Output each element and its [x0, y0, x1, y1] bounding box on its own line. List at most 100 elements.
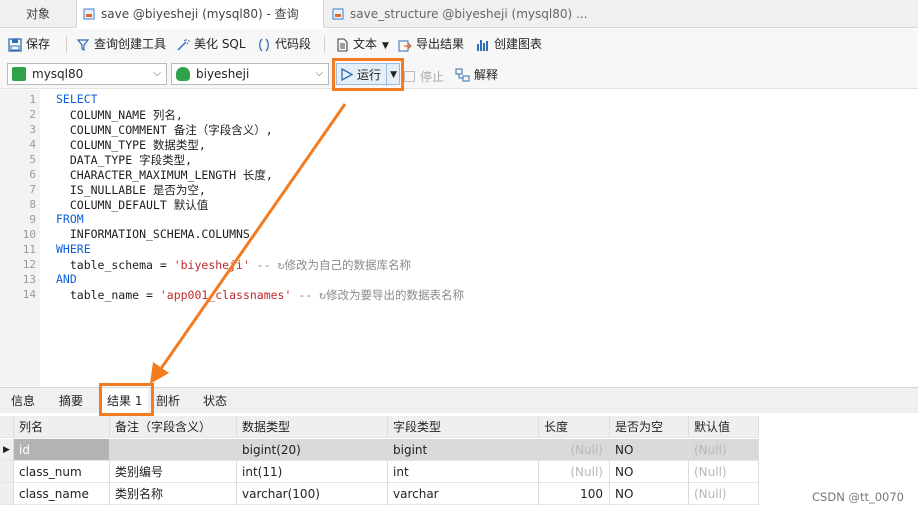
table-cell[interactable]: 类别编号	[110, 461, 237, 483]
table-cell[interactable]: varchar(100)	[237, 483, 388, 505]
sql-editor[interactable]: 1 2 3 4 5 6 7 8 9 10 11 12 13 14 SELECT …	[0, 90, 918, 386]
line-number: 3	[29, 123, 36, 136]
explain-button[interactable]: 解释	[455, 66, 498, 83]
table-cell[interactable]: class_num	[14, 461, 110, 483]
table-cell[interactable]: (Null)	[539, 461, 610, 483]
line-number: 8	[29, 198, 36, 211]
code-line: IS_NULLABLE 是否为空,	[56, 183, 206, 197]
table-cell[interactable]: (Null)	[689, 439, 759, 461]
save-label: 保存	[26, 37, 51, 51]
table-cell[interactable]	[110, 439, 237, 461]
tab-info-label: 信息	[11, 394, 36, 408]
chevron-down-icon: ⌵	[315, 68, 323, 79]
tab-query[interactable]: save @biyesheji (mysql80) - 查询	[76, 0, 324, 28]
column-header[interactable]: 列名	[14, 416, 110, 438]
tab-profile-label: 剖析	[156, 394, 181, 408]
stop-button[interactable]: 停止	[404, 68, 444, 85]
save-icon	[8, 38, 22, 52]
result-tab-highlight-box	[99, 383, 154, 416]
snippet-button[interactable]: 代码段	[257, 34, 311, 54]
watermark: CSDN @tt_0070	[812, 490, 904, 504]
table-cell[interactable]: 100	[539, 483, 610, 505]
table-cell[interactable]: varchar	[388, 483, 539, 505]
tab-objects[interactable]: 对象	[0, 0, 76, 28]
line-number: 12	[22, 258, 36, 271]
line-number: 13	[22, 273, 36, 286]
tab-query-label: save @biyesheji (mysql80) - 查询	[101, 7, 299, 21]
line-number: 7	[29, 183, 36, 196]
line-number: 5	[29, 153, 36, 166]
code-line: FROM	[56, 212, 84, 226]
code-line: INFORMATION_SCHEMA.COLUMNS	[56, 227, 250, 241]
table-cell[interactable]: NO	[610, 461, 689, 483]
table-cell[interactable]: NO	[610, 483, 689, 505]
line-number: 10	[22, 228, 36, 241]
table-cell[interactable]: int(11)	[237, 461, 388, 483]
beautify-sql-label: 美化 SQL	[194, 37, 246, 51]
create-chart-button[interactable]: 创建图表	[476, 34, 542, 54]
column-header[interactable]: 是否为空	[610, 416, 689, 438]
checkbox-icon	[404, 71, 415, 82]
line-number-gutter: 1 2 3 4 5 6 7 8 9 10 11 12 13 14	[0, 90, 40, 386]
toolbar-divider	[324, 36, 325, 53]
column-header[interactable]: 字段类型	[388, 416, 539, 438]
table-cell[interactable]: bigint	[388, 439, 539, 461]
table-cell[interactable]: NO	[610, 439, 689, 461]
line-number: 11	[22, 243, 36, 256]
code-line: table_schema = 'biyesheji' -- ↻修改为自己的数据库…	[56, 257, 411, 273]
code-string: 'app001_classnames'	[159, 288, 292, 302]
code-line: COLUMN_COMMENT 备注（字段含义）,	[56, 123, 273, 137]
tab-status[interactable]: 状态	[197, 388, 233, 414]
main-toolbar: 保存 查询创建工具 美化 SQL 代码段 文本 ▼ 导出结果 创建图表	[0, 29, 918, 59]
beautify-sql-button[interactable]: 美化 SQL	[176, 34, 246, 54]
tab-structure-label: save_structure @biyesheji (mysql80) ...	[350, 7, 588, 21]
table-cell[interactable]: bigint(20)	[237, 439, 388, 461]
table-cell[interactable]: (Null)	[689, 483, 759, 505]
code-token: table_schema =	[56, 258, 174, 272]
table-cell[interactable]: class_name	[14, 483, 110, 505]
code-comment: -- ↻修改为自己的数据库名称	[249, 258, 411, 272]
table-cell[interactable]: (Null)	[689, 461, 759, 483]
save-button[interactable]: 保存	[8, 34, 50, 54]
tab-structure[interactable]: save_structure @biyesheji (mysql80) ...	[326, 0, 587, 28]
query-builder-button[interactable]: 查询创建工具	[76, 34, 166, 54]
line-number: 4	[29, 138, 36, 151]
tab-status-label: 状态	[203, 394, 228, 408]
text-button[interactable]: 文本 ▼	[335, 34, 389, 54]
column-header[interactable]: 数据类型	[237, 416, 388, 438]
stop-label: 停止	[420, 70, 445, 84]
connection-value: mysql80	[32, 67, 84, 81]
table-cell[interactable]: 类别名称	[110, 483, 237, 505]
chevron-down-icon: ⌵	[153, 68, 161, 79]
tab-profile[interactable]: 剖析	[150, 388, 186, 414]
code-line: SELECT	[56, 92, 98, 106]
code-line: COLUMN_DEFAULT 默认值	[56, 198, 209, 212]
column-header[interactable]: 默认值	[689, 416, 759, 438]
column-header[interactable]: 备注（字段含义）	[110, 416, 237, 438]
code-comment: -- ↻修改为要导出的数据表名称	[291, 288, 465, 302]
column-header[interactable]: 长度	[539, 416, 610, 438]
table-cell[interactable]: int	[388, 461, 539, 483]
line-number: 2	[29, 108, 36, 121]
mysql-connection-icon	[12, 67, 26, 81]
code-line: CHARACTER_MAXIMUM_LENGTH 长度,	[56, 168, 273, 182]
line-number: 1	[29, 93, 36, 106]
table-cell[interactable]: id	[14, 439, 110, 461]
database-select[interactable]: biyesheji ⌵	[171, 63, 329, 85]
export-results-button[interactable]: 导出结果	[398, 34, 464, 54]
bar-chart-icon	[477, 40, 488, 51]
current-row-arrow-icon: ▶	[0, 439, 14, 461]
connection-select[interactable]: mysql80 ⌵	[7, 63, 167, 85]
toolbar-divider	[66, 36, 67, 53]
tab-summary[interactable]: 摘要	[53, 388, 89, 414]
results-grid[interactable]: 列名 备注（字段含义） 数据类型 字段类型 长度 是否为空 默认值 ▶ id b…	[0, 416, 918, 512]
explain-icon	[455, 68, 470, 82]
explain-label: 解释	[474, 68, 499, 82]
snippet-label: 代码段	[275, 37, 312, 51]
tab-info[interactable]: 信息	[5, 388, 41, 414]
database-icon	[176, 67, 190, 81]
export-results-label: 导出结果	[416, 37, 465, 51]
query-icon	[83, 8, 95, 20]
table-cell[interactable]: (Null)	[539, 439, 610, 461]
chevron-down-icon: ▼	[382, 41, 389, 51]
